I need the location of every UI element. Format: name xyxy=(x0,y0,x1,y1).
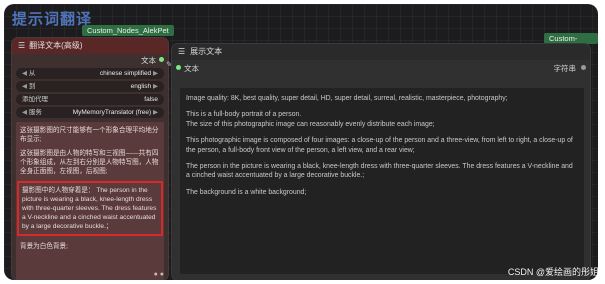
node-title: 展示文本 xyxy=(190,47,223,56)
arrow-right-icon[interactable]: ▶ xyxy=(151,70,158,77)
paragraph: This is a full-body portrait of a person… xyxy=(186,111,435,128)
custom-scripts-tag: Custom-Scripts xyxy=(544,33,598,54)
arrow-left-icon[interactable]: ◀ xyxy=(22,109,29,116)
from-language-select[interactable]: ◀ 从 chinese simplified ▶ xyxy=(16,68,164,79)
arrow-right-icon[interactable]: ▶ xyxy=(151,83,158,90)
output-label: 字符串 xyxy=(553,64,577,73)
custom-nodes-tag: Custom_Nodes_AlekPet xyxy=(82,25,174,36)
service-select[interactable]: ◀ 服务 MyMemoryTranslator (free) ▶ xyxy=(16,107,164,118)
widget-value: false xyxy=(144,96,158,103)
widget-label: 到 xyxy=(28,83,36,90)
input-label: 文本 xyxy=(184,64,199,73)
highlighted-paragraph: 摄影图中的人物穿着是： The person in the picture is… xyxy=(17,181,163,236)
arrow-right-icon[interactable]: ▶ xyxy=(151,109,158,116)
node-canvas[interactable]: 提示词翻译 Custom_Nodes_AlekPet Custom-Script… xyxy=(4,4,598,280)
paragraph: The background is a white background; xyxy=(186,188,307,196)
output-label: 文本 xyxy=(141,56,156,65)
group-title: 提示词翻译 xyxy=(12,10,93,28)
menu-icon[interactable]: ☰ xyxy=(178,44,185,60)
paragraph: 这张摄影图是由人物的特写和三视图——共有四个形象组成，从左到右分别是人物特写图，… xyxy=(20,150,159,175)
paragraph: This photographic image is composed of f… xyxy=(186,137,573,154)
show-text-node[interactable]: ☰ 展示文本 文本 字符串 Image quality: 8K, best qu… xyxy=(172,44,590,280)
translate-text-node[interactable]: ☰ 翻译文本(高级) 文本 ◀ 从 chinese simplified ▶ ◀… xyxy=(12,38,168,280)
output-connector-icon[interactable] xyxy=(159,57,164,62)
widget-value: MyMemoryTranslator (free) xyxy=(72,109,152,116)
source-text-area[interactable]: 这张摄影图的尺寸能够有一个形象合理平均地分布显示; 这张摄影图是由人物的特写和三… xyxy=(16,122,164,280)
widget-label: 从 xyxy=(28,70,36,77)
input-connector-icon[interactable] xyxy=(176,65,181,70)
paragraph: The person in the picture is wearing a b… xyxy=(186,163,573,180)
node-header[interactable]: ☰ 翻译文本(高级) xyxy=(12,38,168,54)
paragraph: Image quality: 8K, best quality, super d… xyxy=(186,95,508,102)
display-text-area[interactable]: Image quality: 8K, best quality, super d… xyxy=(180,88,584,274)
menu-icon[interactable]: ☰ xyxy=(18,38,25,54)
arrow-left-icon[interactable]: ◀ xyxy=(22,83,29,90)
node-title: 翻译文本(高级) xyxy=(29,41,83,50)
screenshot-frame: 提示词翻译 Custom_Nodes_AlekPet Custom-Script… xyxy=(0,0,605,284)
widget-value: english xyxy=(130,83,152,90)
arrow-left-icon[interactable]: ◀ xyxy=(22,70,29,77)
output-connector-icon[interactable] xyxy=(581,65,586,70)
widget-label: 添加代理 xyxy=(22,96,48,103)
paragraph: 这张摄影图的尺寸能够有一个形象合理平均地分布显示; xyxy=(20,127,159,143)
add-proxy-toggle[interactable]: 添加代理 false xyxy=(16,94,164,105)
io-slots: 文本 字符串 xyxy=(172,60,590,74)
watermark: CSDN @爱绘画的彤姐 xyxy=(507,267,599,277)
resize-handle-icon[interactable]: ● ● xyxy=(154,271,164,278)
node-header[interactable]: ☰ 展示文本 xyxy=(172,44,590,60)
paragraph: 背景为白色背景; xyxy=(20,243,68,250)
to-language-select[interactable]: ◀ 到 english ▶ xyxy=(16,81,164,92)
output-slot[interactable]: 文本 xyxy=(12,54,168,66)
widget-value: chinese simplified xyxy=(99,70,152,77)
widget-label: 服务 xyxy=(28,109,42,116)
